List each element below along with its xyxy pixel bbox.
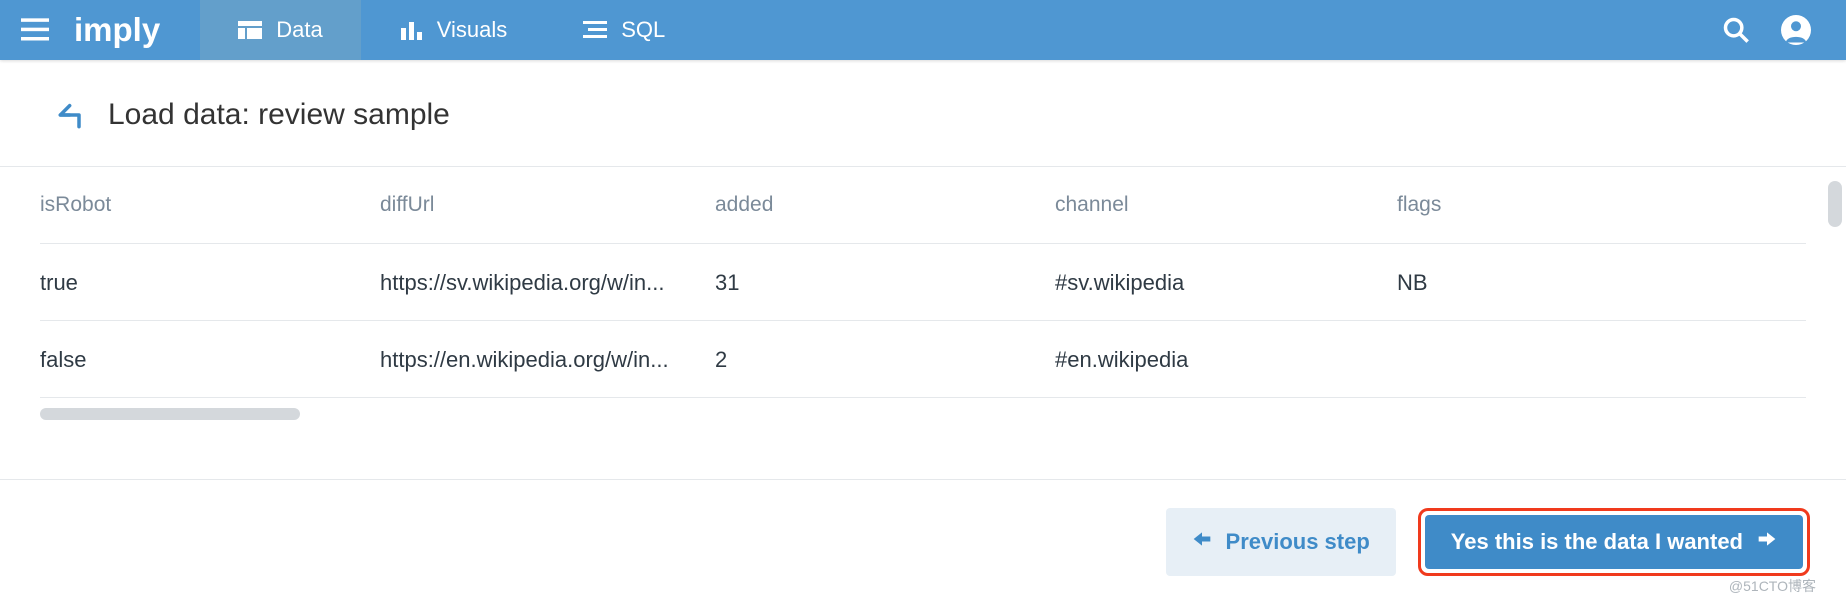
table-row: true https://sv.wikipedia.org/w/in... 31… <box>40 244 1806 321</box>
cell-added: 2 <box>715 321 1055 398</box>
cell-flags: NB <box>1397 244 1806 321</box>
tab-label: Visuals <box>437 17 508 43</box>
button-label: Previous step <box>1226 529 1370 555</box>
cell-isRobot: true <box>40 244 380 321</box>
watermark: @51CTO博客 <box>1729 576 1816 596</box>
back-icon[interactable] <box>56 99 88 131</box>
tab-sql[interactable]: SQL <box>545 0 703 60</box>
page-title: Load data: review sample <box>108 98 450 132</box>
tab-data[interactable]: Data <box>200 0 360 60</box>
cell-isRobot: false <box>40 321 380 398</box>
col-header-diffUrl[interactable]: diffUrl <box>380 167 715 244</box>
vertical-scrollbar[interactable] <box>1828 181 1842 227</box>
previous-step-button[interactable]: Previous step <box>1166 508 1396 576</box>
menu-icon[interactable] <box>0 0 70 60</box>
tab-label: SQL <box>621 17 665 43</box>
search-icon[interactable] <box>1720 14 1752 46</box>
chart-icon <box>399 18 423 42</box>
col-header-added[interactable]: added <box>715 167 1055 244</box>
tab-visuals[interactable]: Visuals <box>361 0 546 60</box>
cell-flags <box>1397 321 1806 398</box>
col-header-isRobot[interactable]: isRobot <box>40 167 380 244</box>
footer: Previous step Yes this is the data I wan… <box>0 479 1846 604</box>
data-table: isRobot diffUrl added channel flags true… <box>0 167 1846 420</box>
cell-diffUrl: https://en.wikipedia.org/w/in... <box>380 321 715 398</box>
nav-right <box>1720 14 1846 46</box>
confirm-data-button[interactable]: Yes this is the data I wanted <box>1425 515 1803 569</box>
table-icon <box>238 18 262 42</box>
title-row: Load data: review sample <box>0 60 1846 167</box>
col-header-channel[interactable]: channel <box>1055 167 1397 244</box>
cell-channel: #en.wikipedia <box>1055 321 1397 398</box>
cell-added: 31 <box>715 244 1055 321</box>
highlight-annotation: Yes this is the data I wanted <box>1418 508 1810 576</box>
brand-logo: imply <box>74 11 160 49</box>
cell-channel: #sv.wikipedia <box>1055 244 1397 321</box>
arrow-left-icon <box>1192 529 1212 555</box>
table-header-row: isRobot diffUrl added channel flags <box>40 167 1806 244</box>
list-icon <box>583 18 607 42</box>
col-header-flags[interactable]: flags <box>1397 167 1806 244</box>
nav-tabs: Data Visuals SQL <box>200 0 703 60</box>
table-row: false https://en.wikipedia.org/w/in... 2… <box>40 321 1806 398</box>
tab-label: Data <box>276 17 322 43</box>
arrow-right-icon <box>1757 529 1777 555</box>
account-icon[interactable] <box>1780 14 1812 46</box>
button-label: Yes this is the data I wanted <box>1451 529 1743 555</box>
horizontal-scrollbar[interactable] <box>40 408 300 420</box>
cell-diffUrl: https://sv.wikipedia.org/w/in... <box>380 244 715 321</box>
navbar: imply Data Visuals <box>0 0 1846 60</box>
